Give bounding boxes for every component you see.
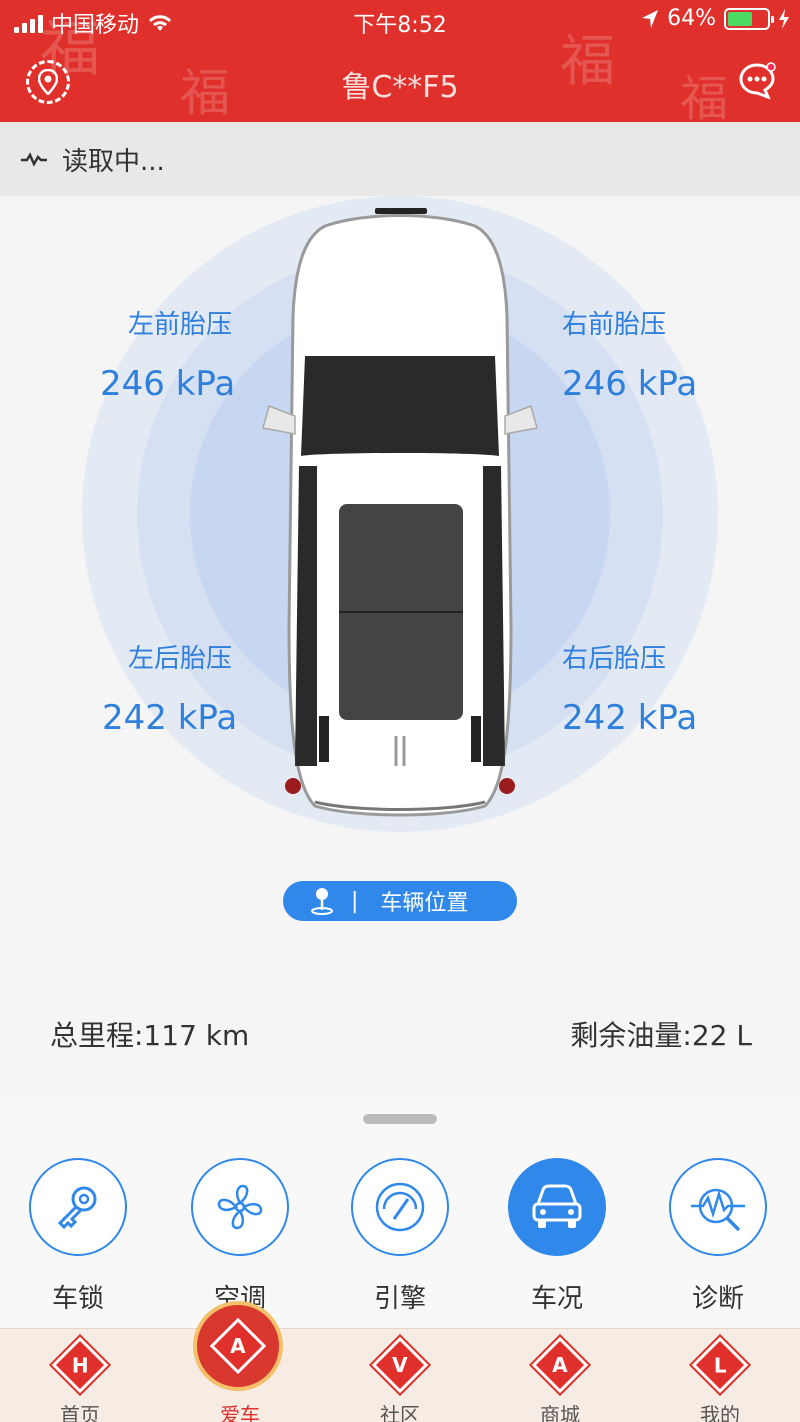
vehicle-location-button[interactable]: | 车辆位置	[283, 881, 517, 921]
car-top-view-image	[262, 208, 538, 817]
reading-text: 读取中...	[62, 146, 165, 177]
tab-my-car[interactable]: A 爱车	[185, 1301, 295, 1422]
separator: |	[351, 888, 359, 914]
tab-my-car-label: 爱车	[220, 1403, 260, 1422]
message-button[interactable]	[738, 62, 776, 100]
rear-left-tire-label: 左后胎压	[128, 644, 233, 674]
battery-percent: 64%	[667, 6, 716, 31]
tab-mall[interactable]: A 商城	[505, 1336, 615, 1422]
diagnose-function-label: 诊断	[691, 1284, 744, 1314]
pin-icon	[311, 888, 333, 915]
tab-community[interactable]: V 社区	[345, 1336, 455, 1422]
mall-tab-icon: A	[531, 1336, 589, 1394]
rear-right-tire-label: 右后胎压	[562, 644, 667, 674]
diagnose-icon	[669, 1158, 767, 1256]
status-bar: 中国移动 下午8:52 64%	[0, 0, 800, 40]
my-car-festive-badge-icon: A	[193, 1301, 283, 1391]
tab-home[interactable]: H 首页	[25, 1336, 135, 1422]
engine-function-button[interactable]: 引擎	[345, 1158, 455, 1315]
vehicle-plate-title: 鲁C**F5	[341, 70, 459, 105]
lock-function-button[interactable]: 车锁	[23, 1158, 133, 1315]
front-left-tire-value: 246 kPa	[100, 364, 236, 404]
reading-status-bar: 读取中...	[0, 122, 800, 196]
mileage-text: 总里程:117 km	[50, 1019, 250, 1052]
rear-right-tire-value: 242 kPa	[562, 698, 698, 738]
battery-icon	[724, 7, 774, 30]
fuel-text: 剩余油量:22 L	[570, 1019, 752, 1052]
ac-function-button[interactable]: 空调	[185, 1158, 295, 1315]
charging-icon	[779, 8, 789, 29]
bottom-tab-bar: H 首页 A 爱车 V 社区 A 商城 L 我的	[0, 1301, 800, 1422]
front-left-tire-label: 左前胎压	[128, 310, 233, 340]
vehicle-status-panel: 左前胎压 246 kPa 右前胎压 246 kPa 左后胎压 242 kPa 右…	[0, 196, 800, 1096]
community-tab-icon: V	[371, 1336, 429, 1394]
profile-tab-icon: L	[691, 1336, 749, 1394]
lock-function-label: 车锁	[51, 1284, 104, 1314]
condition-function-label: 车况	[530, 1284, 583, 1314]
fan-icon	[191, 1158, 289, 1256]
front-right-tire-label: 右前胎压	[562, 310, 667, 340]
diagnose-function-button[interactable]: 诊断	[663, 1158, 773, 1315]
tab-mall-label: 商城	[540, 1403, 580, 1422]
location-arrow-icon	[642, 9, 659, 28]
front-right-tire-value: 246 kPa	[562, 364, 698, 404]
chat-bubble-icon	[739, 62, 776, 100]
tab-home-label: 首页	[60, 1403, 100, 1422]
condition-function-button[interactable]: 车况	[502, 1158, 612, 1315]
app-header: 福 福 福 福 中国移动 下午8:52 64% 鲁C**F5	[0, 0, 800, 122]
engine-function-label: 引擎	[373, 1284, 426, 1314]
tab-profile-label: 我的	[700, 1403, 740, 1422]
drawer-handle[interactable]	[363, 1114, 437, 1124]
tab-profile[interactable]: L 我的	[665, 1336, 775, 1422]
tab-community-label: 社区	[380, 1403, 420, 1422]
car-icon	[508, 1158, 606, 1256]
rear-left-tire-value: 242 kPa	[102, 698, 238, 738]
vehicle-location-label: 车辆位置	[380, 891, 469, 916]
nav-row: 鲁C**F5	[0, 50, 800, 114]
pulse-icon	[21, 152, 47, 167]
gauge-icon	[351, 1158, 449, 1256]
key-icon	[29, 1158, 127, 1256]
home-tab-icon: H	[51, 1336, 109, 1394]
function-drawer: 车锁 空调 引擎 车况 诊断	[0, 1096, 800, 1328]
